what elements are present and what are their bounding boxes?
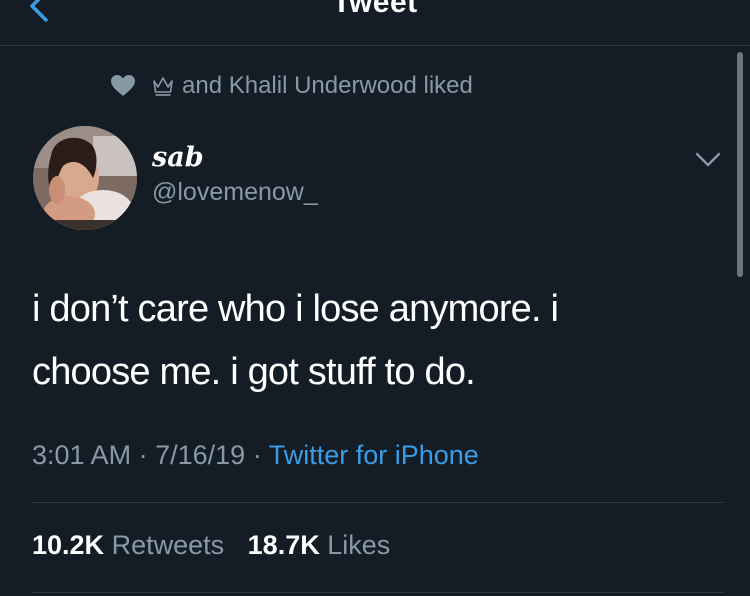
chevron-down-icon[interactable] <box>693 148 723 172</box>
tweet-stats: 10.2K Retweets 18.7K Likes <box>32 530 406 561</box>
tweet-source-link[interactable]: Twitter for iPhone <box>269 440 479 470</box>
tweet-metadata: 3:01 AM · 7/16/19 · Twitter for iPhone <box>32 440 479 471</box>
divider <box>32 502 724 503</box>
tweet-time: 3:01 AM <box>32 440 132 470</box>
author-handle[interactable]: @lovemenow_ <box>152 178 318 207</box>
scrollbar[interactable] <box>737 52 743 277</box>
retweets-count: 10.2K <box>32 530 105 560</box>
likes-count: 18.7K <box>247 530 320 560</box>
social-context[interactable]: and Khalil Underwood liked <box>110 70 473 102</box>
divider <box>32 592 724 593</box>
tweet-text-line: i don’t care who i lose anymore. i <box>32 288 559 330</box>
page-title: Tweet <box>332 0 418 19</box>
navigation-header: Tweet <box>0 0 750 46</box>
meta-separator: · <box>252 440 262 470</box>
tweet-text-line: choose me. i got stuff to do. <box>32 351 476 393</box>
likes-label: Likes <box>327 530 391 560</box>
likes-stat[interactable]: 18.7K Likes <box>248 530 391 560</box>
social-context-text: and Khalil Underwood liked <box>182 72 473 99</box>
crown-icon <box>153 77 173 96</box>
avatar-photo <box>33 126 137 230</box>
avatar[interactable] <box>33 126 137 230</box>
tweet-text: i don’t care who i lose anymore. i choos… <box>32 278 692 404</box>
retweets-label: Retweets <box>111 530 225 560</box>
tweet-date: 7/16/19 <box>155 440 246 470</box>
heart-icon <box>111 75 135 96</box>
tweet-detail-screen: Tweet and Khalil Underwood liked sab @lo… <box>0 0 750 596</box>
author-name[interactable]: sab <box>152 142 204 173</box>
meta-separator: · <box>138 440 148 470</box>
retweets-stat[interactable]: 10.2K Retweets <box>32 530 224 560</box>
